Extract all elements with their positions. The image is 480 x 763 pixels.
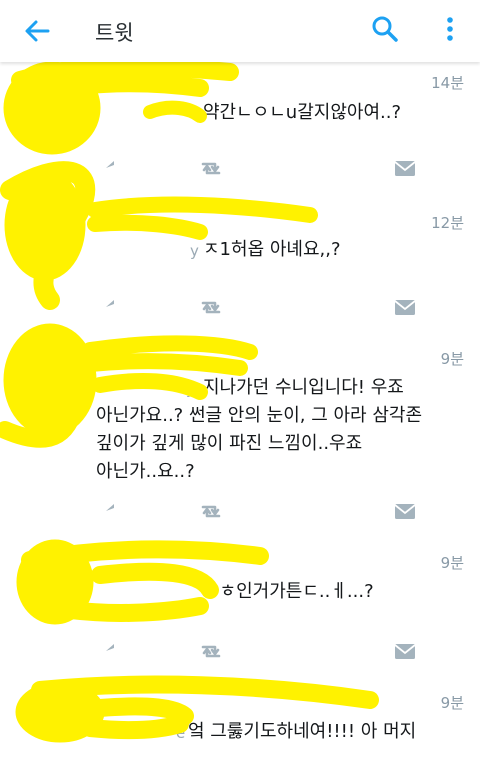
direct-message-icon[interactable]	[392, 638, 418, 664]
tweet-text: ㅈㅎ인거가튼ㄷ..ㅔ...?	[203, 581, 374, 602]
retweet-icon[interactable]	[198, 638, 224, 664]
tweet-card[interactable]: 9분 ㅈㅎ인거가튼ㄷ..ㅔ...?	[0, 534, 480, 675]
tweet-time: 12분	[431, 214, 464, 232]
tweet-time: 14분	[431, 74, 464, 92]
like-icon[interactable]	[295, 498, 321, 524]
tweet-actions	[0, 294, 480, 320]
tweet-actions	[0, 498, 480, 524]
tweet-time: 9분	[440, 350, 464, 368]
tweet-card[interactable]: 12분 y ㅈ1허옵 아녜요,,?	[0, 192, 480, 331]
reply-icon[interactable]	[102, 294, 128, 320]
back-arrow-icon[interactable]	[22, 16, 52, 46]
tweet-actions	[0, 155, 480, 181]
tweet-time: 9분	[440, 694, 464, 712]
tweet-text: 깊이가 깊게 많이 파진 느낌이..우죠	[96, 433, 363, 454]
direct-message-icon[interactable]	[392, 498, 418, 524]
app-bar: 트윗	[0, 0, 480, 62]
tweet-handle: y	[190, 242, 199, 260]
retweet-icon[interactable]	[198, 294, 224, 320]
reply-icon[interactable]	[102, 155, 128, 181]
tweet-card[interactable]: 9분 y 지나가던 수니입니다! 우죠 아닌가요..? 썬글 안의 눈이, 그 …	[0, 330, 480, 535]
like-icon[interactable]	[295, 294, 321, 320]
tweet-handle: e	[176, 724, 186, 742]
tweet-actions	[0, 638, 480, 664]
reply-icon[interactable]	[102, 638, 128, 664]
direct-message-icon[interactable]	[392, 155, 418, 181]
reply-icon[interactable]	[102, 498, 128, 524]
more-vertical-icon[interactable]	[440, 14, 460, 44]
tweet-text: 아닌가..요..?	[96, 461, 195, 482]
tweet-time: 9분	[440, 554, 464, 572]
search-icon[interactable]	[370, 14, 400, 44]
tweet-card[interactable]: 9분 e 엌 그룷기도하네여!!!! 아 머지	[0, 674, 480, 763]
tweet-text: 엌 그룷기도하네여!!!! 아 머지	[188, 721, 417, 742]
tweet-text: 약간ㄴㅇㄴu갈지않아여..?	[203, 102, 402, 123]
tweet-text: ㅈ1허옵 아녜요,,?	[203, 239, 341, 260]
tweet-text: 아닌가요..? 썬글 안의 눈이, 그 아라 삼각존	[96, 405, 423, 426]
like-icon[interactable]	[295, 155, 321, 181]
tweet-handle: y	[186, 380, 195, 398]
retweet-icon[interactable]	[198, 498, 224, 524]
tweet-card[interactable]: 14분 약간ㄴㅇㄴu갈지않아여..?	[0, 62, 480, 193]
direct-message-icon[interactable]	[392, 294, 418, 320]
retweet-icon[interactable]	[198, 155, 224, 181]
tweet-text: 지나가던 수니입니다! 우죠	[203, 377, 404, 398]
page-title: 트윗	[95, 21, 134, 45]
like-icon[interactable]	[295, 638, 321, 664]
